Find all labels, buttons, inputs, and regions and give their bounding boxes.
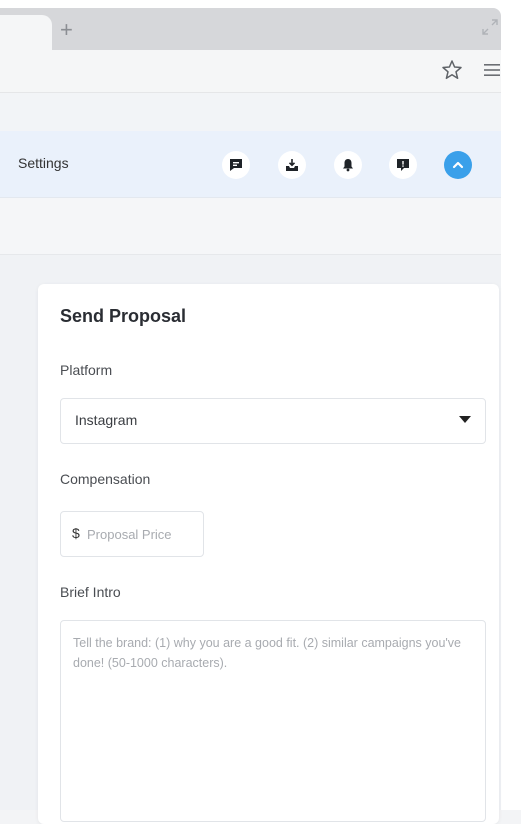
brief-intro-label: Brief Intro	[60, 584, 121, 600]
header-settings-link[interactable]: Settings	[18, 155, 69, 171]
sub-header-bar	[0, 198, 501, 255]
account-menu-chevron-up-icon[interactable]	[444, 151, 472, 179]
window-edge	[501, 50, 521, 810]
bookmark-star-icon[interactable]	[440, 58, 464, 82]
new-tab-button[interactable]: +	[60, 18, 73, 42]
browser-menu-icon[interactable]	[482, 60, 502, 80]
active-tab[interactable]	[0, 15, 52, 50]
compensation-label: Compensation	[60, 471, 151, 487]
brief-intro-textarea[interactable]	[73, 633, 473, 813]
proposal-price-input[interactable]	[87, 520, 197, 548]
send-proposal-card: Send Proposal Platform Instagram Compens…	[38, 284, 499, 824]
app-header: Settings	[0, 131, 501, 198]
tab-bar	[0, 8, 501, 50]
card-title: Send Proposal	[60, 306, 187, 326]
platform-select[interactable]: Instagram	[60, 398, 486, 444]
proposal-price-field[interactable]: $	[60, 511, 204, 557]
platform-selected-value: Instagram	[75, 412, 138, 428]
currency-symbol: $	[72, 525, 80, 541]
brief-intro-field[interactable]	[60, 620, 486, 822]
expand-icon[interactable]	[481, 18, 499, 36]
app-top-strip	[0, 93, 501, 131]
browser-toolbar	[0, 50, 501, 93]
message-icon[interactable]	[222, 151, 250, 179]
chevron-down-icon	[459, 416, 471, 423]
bell-icon[interactable]	[334, 151, 362, 179]
inbox-download-icon[interactable]	[278, 151, 306, 179]
platform-label: Platform	[60, 362, 113, 378]
browser-tab-strip: +	[0, 0, 521, 50]
feedback-icon[interactable]	[389, 151, 417, 179]
